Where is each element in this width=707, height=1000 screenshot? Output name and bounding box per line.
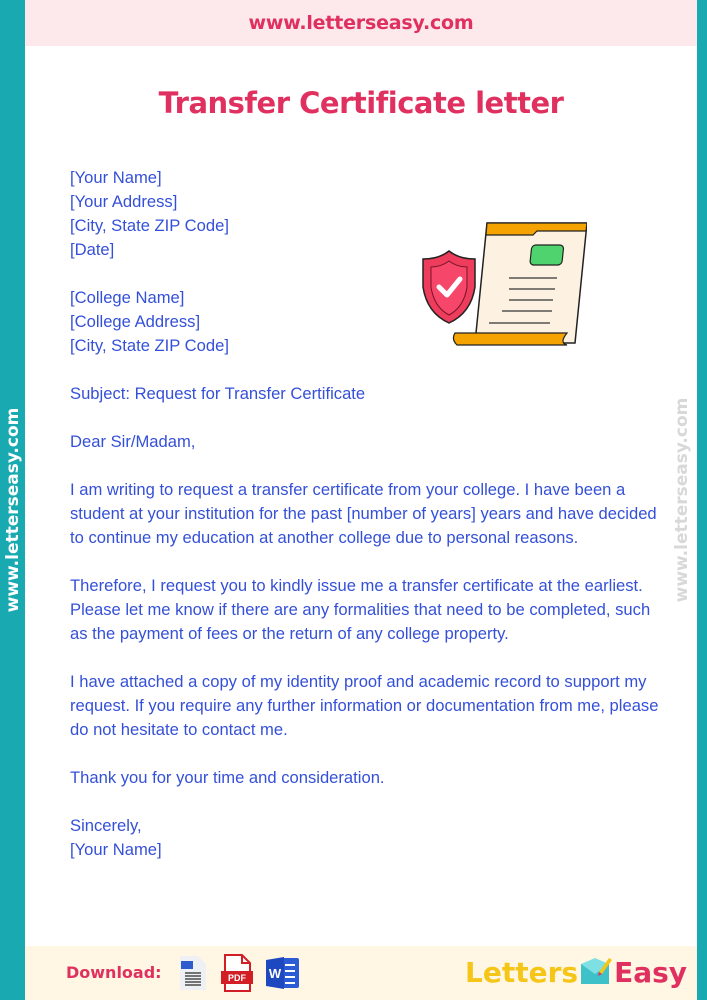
sender-name: [Your Name] <box>70 168 162 187</box>
page-title: Transfer Certificate letter <box>158 86 564 120</box>
left-sidebar: www.letterseasy.com <box>0 380 25 640</box>
paragraph-3: I have attached a copy of my identity pr… <box>70 672 659 739</box>
paragraph-1: I am writing to request a transfer certi… <box>70 480 657 547</box>
closing-block: Sincerely, [Your Name] <box>70 814 660 862</box>
right-watermark: www.letterseasy.com <box>668 370 696 630</box>
svg-text:PDF: PDF <box>228 973 247 983</box>
certificate-shield-icon <box>417 215 588 347</box>
pdf-file-icon[interactable]: PDF <box>220 954 254 997</box>
closing: Sincerely, <box>70 816 142 835</box>
header-bar: www.letterseasy.com <box>25 0 697 46</box>
paragraph-2: Therefore, I request you to kindly issue… <box>70 576 651 643</box>
download-label: Download: <box>66 963 162 982</box>
footer-bar: Download: PDF W Letters Easy <box>25 946 697 1000</box>
envelope-pencil-icon <box>581 958 613 984</box>
svg-text:W: W <box>269 966 282 981</box>
salutation: Dear Sir/Madam, <box>70 432 196 451</box>
site-url[interactable]: www.letterseasy.com <box>249 12 474 34</box>
signature: [Your Name] <box>70 840 162 859</box>
brand-part-easy: Easy <box>614 956 688 989</box>
subject-line: Subject: Request for Transfer Certificat… <box>70 384 366 403</box>
doc-file-icon[interactable] <box>177 955 207 996</box>
word-file-icon[interactable]: W <box>265 955 301 996</box>
letter-page: www.letterseasy.com Transfer Certificate… <box>25 0 697 1000</box>
brand-part-letters: Letters <box>465 956 579 989</box>
paragraph-4: Thank you for your time and consideratio… <box>70 768 385 787</box>
sender-address: [Your Address] <box>70 192 178 211</box>
left-sidebar-url: www.letterseasy.com <box>2 407 23 613</box>
right-watermark-url: www.letterseasy.com <box>672 397 692 603</box>
letterseasy-logo[interactable]: Letters Easy <box>465 956 687 989</box>
